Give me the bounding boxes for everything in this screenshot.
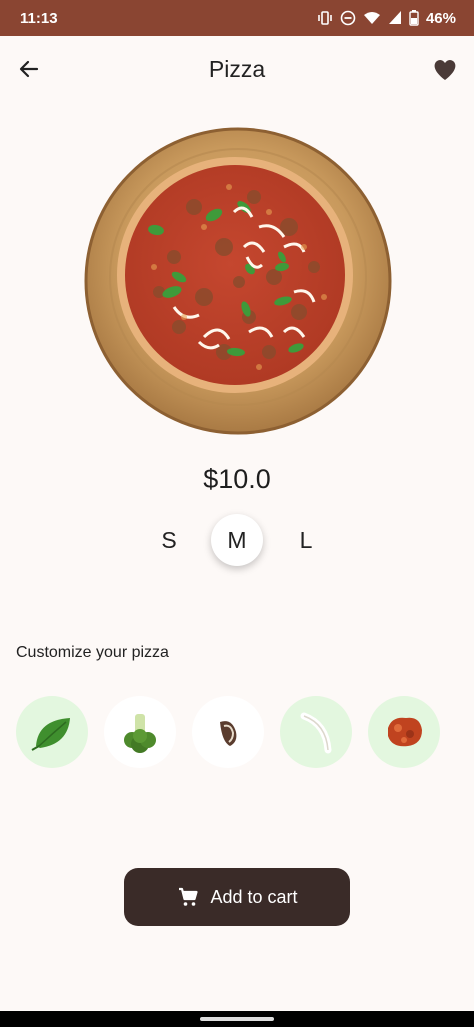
topping-onion[interactable]: [280, 696, 352, 768]
dnd-icon: [340, 10, 356, 26]
vibrate-icon: [318, 11, 332, 25]
home-indicator[interactable]: [200, 1017, 274, 1021]
pizza-image: [84, 127, 392, 435]
price-label: $10.0: [203, 464, 271, 494]
status-bar: 11:13 46%: [0, 0, 474, 36]
sausage-icon: [388, 717, 422, 747]
mushroom-icon: [220, 721, 237, 746]
status-icons: 46%: [317, 10, 456, 27]
status-time: 11:13: [20, 9, 58, 27]
topping-mushroom[interactable]: [192, 696, 264, 768]
favorite-button[interactable]: [430, 54, 460, 84]
heart-icon: [434, 59, 456, 80]
size-selector: S M L: [0, 514, 474, 568]
app-bar: Pizza: [0, 36, 474, 102]
topping-sausage[interactable]: [368, 696, 440, 768]
wifi-icon: [363, 12, 380, 24]
page-title: Pizza: [208, 56, 266, 82]
topping-basil[interactable]: [16, 696, 88, 768]
customize-label: Customize your pizza: [16, 644, 169, 661]
onion-icon: [300, 712, 332, 754]
size-option-s[interactable]: S: [143, 514, 195, 566]
add-to-cart-button[interactable]: Add to cart: [124, 868, 350, 926]
navigation-bar: [0, 1011, 474, 1027]
size-option-l[interactable]: L: [280, 514, 332, 566]
size-option-m[interactable]: M: [211, 514, 263, 566]
battery-icon: [409, 10, 419, 26]
battery-level: 46%: [425, 9, 456, 27]
topping-broccoli[interactable]: [104, 696, 176, 768]
cart-icon: [179, 887, 199, 906]
signal-icon: [388, 11, 401, 24]
toppings-list: [16, 696, 456, 768]
basil-leaf-icon: [31, 718, 70, 751]
broccoli-icon: [124, 714, 156, 753]
add-to-cart-label: Add to cart: [210, 886, 298, 907]
